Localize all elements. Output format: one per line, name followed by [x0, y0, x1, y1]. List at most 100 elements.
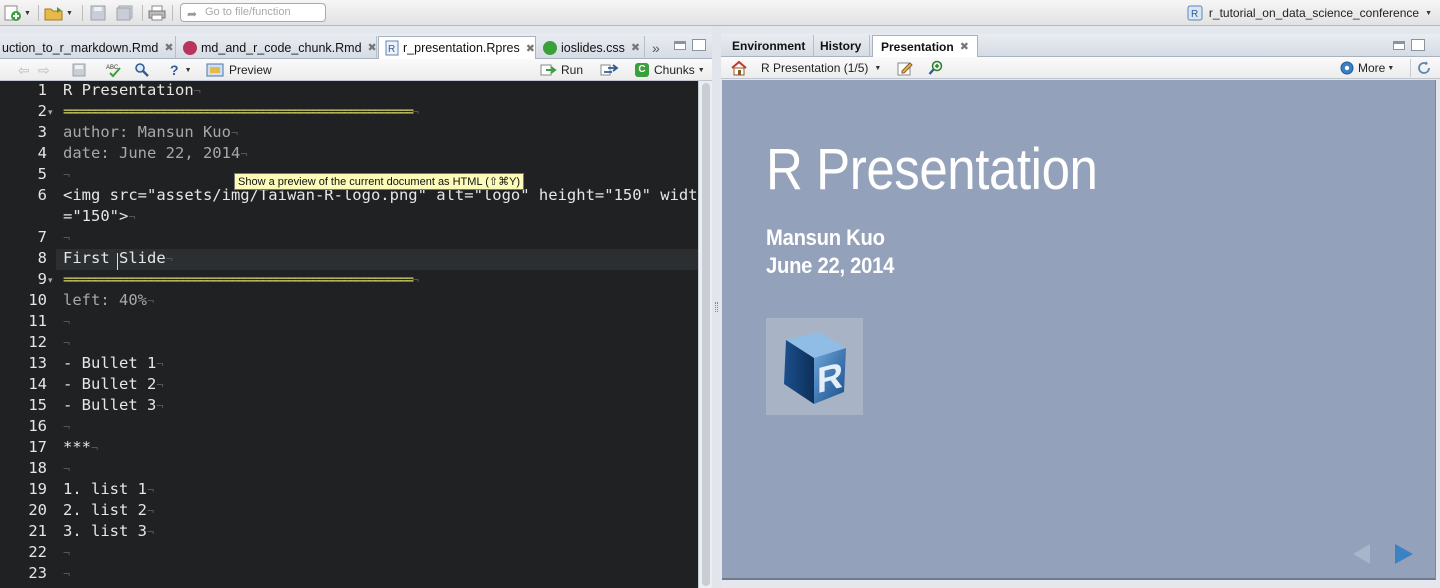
- svg-text:R: R: [817, 354, 843, 401]
- preview-tooltip: Show a preview of the current document a…: [234, 173, 525, 190]
- minimize-pane-icon[interactable]: [1393, 41, 1405, 50]
- tab-presentation[interactable]: Presentation ✖: [872, 35, 978, 57]
- code-line[interactable]: ¬: [63, 564, 70, 582]
- close-icon[interactable]: ✖: [526, 42, 535, 55]
- code-line[interactable]: 2. list 2¬: [63, 501, 154, 519]
- editor-scrollbar[interactable]: [698, 81, 712, 588]
- code-line[interactable]: - Bullet 2¬: [63, 375, 164, 393]
- tab-label: Presentation: [881, 39, 954, 54]
- minimize-pane-icon[interactable]: [674, 41, 686, 50]
- open-file-button[interactable]: ▼: [44, 4, 73, 22]
- svg-text:R: R: [1191, 9, 1198, 20]
- code-line[interactable]: - Bullet 1¬: [63, 354, 164, 372]
- home-icon: [731, 60, 747, 76]
- presentation-slide-select[interactable]: R Presentation (1/5) ▼: [761, 59, 881, 77]
- eol-marker-icon: ¬: [91, 441, 99, 455]
- tab-rpres[interactable]: R r_presentation.Rpres ✖: [378, 36, 536, 59]
- rerun-button[interactable]: [600, 61, 620, 79]
- code-line[interactable]: 1. list 1¬: [63, 480, 154, 498]
- save-icon: [72, 63, 86, 77]
- more-tabs-button[interactable]: »: [646, 36, 666, 59]
- main-toolbar: ▼ ▼ ➦ Go to file/function R r_tutorial_o…: [0, 0, 1440, 26]
- code-line[interactable]: ¬: [63, 543, 70, 561]
- prev-slide-icon[interactable]: [1350, 542, 1372, 566]
- eol-marker-icon: ¬: [63, 231, 71, 245]
- code-line[interactable]: 3. list 3¬: [63, 522, 154, 540]
- fold-arrow-icon[interactable]: ▾: [48, 275, 53, 286]
- tab-css[interactable]: ioslides.css ✖: [537, 36, 645, 59]
- svg-text:R: R: [388, 44, 395, 55]
- eol-marker-icon: ¬: [193, 84, 201, 98]
- maximize-pane-icon[interactable]: [692, 39, 706, 51]
- project-menu[interactable]: R r_tutorial_on_data_science_conference …: [1187, 5, 1432, 21]
- tab-intro-rmd[interactable]: uction_to_r_markdown.Rmd ✖: [0, 36, 176, 59]
- back-button[interactable]: ⇦: [18, 61, 30, 79]
- print-button[interactable]: [148, 4, 166, 22]
- help-button[interactable]: ? ▼: [170, 61, 192, 79]
- code-line[interactable]: date: June 22, 2014¬: [63, 144, 248, 162]
- editor-toolbar: ⇦ ⇨ ABC ? ▼ Preview Run C Chunks ▼: [0, 59, 712, 81]
- home-button[interactable]: [730, 59, 748, 77]
- find-button[interactable]: [134, 61, 150, 79]
- code-text: - Bullet 1: [63, 354, 157, 372]
- line-number: 1: [37, 81, 47, 99]
- print-icon: [148, 5, 166, 21]
- help-label: ?: [170, 62, 179, 78]
- code-line[interactable]: left: 40%¬: [63, 291, 154, 309]
- preview-button[interactable]: Preview: [206, 61, 272, 79]
- eol-marker-icon: ¬: [63, 315, 71, 329]
- spellcheck-button[interactable]: ABC: [106, 61, 124, 79]
- code-line[interactable]: ========================================…: [63, 272, 419, 288]
- eol-marker-icon: ¬: [230, 126, 239, 140]
- close-icon[interactable]: ✖: [960, 40, 969, 53]
- close-icon[interactable]: ✖: [631, 41, 640, 54]
- code-line[interactable]: ¬: [63, 165, 70, 183]
- chevron-down-icon: ▼: [24, 9, 31, 17]
- save-all-button[interactable]: [116, 4, 134, 22]
- close-icon[interactable]: ✖: [368, 41, 377, 54]
- chevron-down-icon: ▼: [697, 66, 705, 74]
- code-line[interactable]: author: Mansun Kuo¬: [63, 123, 238, 141]
- save-button[interactable]: [90, 4, 106, 22]
- goto-file-input[interactable]: ➦ Go to file/function: [180, 3, 326, 22]
- edit-slide-button[interactable]: [897, 59, 913, 77]
- fold-arrow-icon[interactable]: ▾: [48, 107, 53, 118]
- forward-button[interactable]: ⇨: [38, 61, 50, 79]
- chevron-down-icon: ▼: [1425, 9, 1432, 17]
- close-icon[interactable]: ✖: [164, 41, 173, 54]
- magnifier-icon: [135, 63, 149, 77]
- code-line[interactable]: ¬: [63, 228, 70, 246]
- code-line[interactable]: ¬: [63, 312, 70, 330]
- next-slide-icon[interactable]: [1393, 542, 1415, 566]
- r-cube-logo-icon: R: [784, 332, 846, 404]
- code-line[interactable]: ¬: [63, 333, 70, 351]
- tab-history[interactable]: History: [812, 35, 871, 57]
- project-icon: R: [1187, 5, 1203, 21]
- tab-chunk-rmd[interactable]: md_and_r_code_chunk.Rmd ✖: [177, 36, 377, 59]
- pane-splitter[interactable]: [712, 26, 721, 588]
- line-number: 7: [37, 228, 47, 246]
- code-line[interactable]: R Presentation¬: [63, 81, 201, 99]
- more-menu[interactable]: More ▼: [1339, 59, 1394, 77]
- presentation-toolbar: R Presentation (1/5) ▼ More ▼: [721, 57, 1440, 79]
- tab-environment[interactable]: Environment: [724, 35, 815, 57]
- zoom-button[interactable]: [928, 59, 944, 77]
- code-line[interactable]: ="150">¬: [63, 207, 136, 225]
- project-name: r_tutorial_on_data_science_conference: [1208, 6, 1420, 20]
- code-editor[interactable]: 1 2 ▾ 3 4 5 6 7 8 9 ▾ 10 11 12 13 14 15 16 17 18 19 20 21 22 23 …: [0, 81, 698, 588]
- run-label: Run: [561, 63, 584, 77]
- save-doc-button[interactable]: [72, 61, 86, 79]
- code-line[interactable]: ========================================…: [63, 104, 419, 120]
- code-line[interactable]: ***¬: [63, 438, 98, 456]
- line-number: 16: [28, 417, 47, 435]
- run-button[interactable]: Run: [540, 61, 583, 79]
- scrollbar-thumb[interactable]: [702, 83, 710, 586]
- maximize-pane-icon[interactable]: [1411, 39, 1425, 51]
- code-line[interactable]: ¬: [63, 459, 70, 477]
- refresh-button[interactable]: [1410, 59, 1432, 77]
- code-line[interactable]: - Bullet 3¬: [63, 396, 164, 414]
- code-line[interactable]: ¬: [63, 417, 70, 435]
- tab-label: Environment: [732, 39, 806, 53]
- new-file-button[interactable]: ▼: [4, 4, 31, 22]
- chunks-menu[interactable]: C Chunks ▼: [635, 61, 705, 79]
